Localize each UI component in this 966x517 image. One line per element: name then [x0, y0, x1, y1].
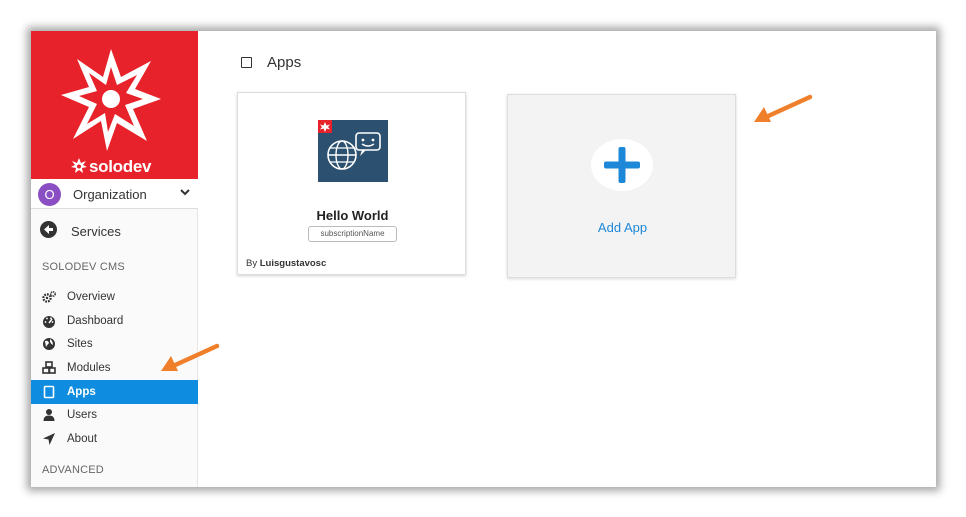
brand-wordmark: solodev [71, 157, 151, 177]
sidebar-item-label: Overview [67, 291, 115, 303]
app-card[interactable]: Hello World subscriptionName By Luisgust… [237, 92, 466, 275]
user-icon [43, 409, 55, 421]
dashboard-icon [43, 316, 55, 328]
cubes-icon [42, 361, 56, 374]
annotation-arrow-icon [754, 94, 813, 122]
section-heading-cms: SOLODEV CMS [42, 261, 125, 273]
author-prefix: By [246, 258, 258, 269]
services-link[interactable]: Services [31, 219, 198, 245]
sidebar-item-overview[interactable]: Overview [31, 285, 198, 309]
sidebar-item-apps[interactable]: Apps [31, 380, 198, 404]
services-label: Services [71, 224, 121, 239]
organization-select[interactable]: O Organization [31, 179, 198, 209]
solodev-mini-icon [71, 158, 87, 173]
brand-header[interactable]: solodev [31, 31, 198, 179]
sidebar-item-dashboard[interactable]: Dashboard [31, 309, 198, 333]
sidebar-item-label: Sites [67, 338, 93, 350]
sidebar-item-users[interactable]: Users [31, 403, 198, 427]
chevron-down-icon [180, 189, 190, 196]
main-content: Apps Hello World subscriptionName By Lui… [199, 31, 936, 487]
location-arrow-icon [43, 433, 55, 445]
add-app-circle[interactable] [591, 139, 653, 191]
gears-icon [42, 291, 56, 303]
section-heading-advanced: ADVANCED [42, 464, 104, 476]
org-label: Organization [73, 187, 147, 202]
app-name: Hello World [316, 208, 389, 223]
sidebar-item-label: Dashboard [67, 315, 124, 327]
tablet-icon [241, 57, 252, 68]
app-author: By Luisgustavosc [246, 258, 326, 269]
org-avatar: O [38, 183, 61, 206]
sidebar: solodev O Organization Services SOLODEV … [31, 31, 198, 487]
page-title: Apps [267, 54, 302, 71]
author-name: Luisgustavosc [259, 258, 327, 269]
globe-icon [43, 338, 55, 350]
sidebar-item-label: About [67, 433, 98, 445]
sidebar-item-about[interactable]: About [31, 427, 198, 451]
sidebar-item-label: Users [67, 409, 98, 421]
brand-name: solodev [89, 157, 152, 176]
annotation-arrow-icon [161, 343, 220, 371]
arrow-left-circle-icon [40, 221, 57, 238]
add-app-label: Add App [597, 220, 648, 235]
tablet-icon [43, 385, 55, 399]
app-thumbnail-icon [318, 120, 388, 182]
sidebar-item-label: Apps [67, 386, 96, 398]
subscription-badge: subscriptionName [308, 226, 397, 242]
sidebar-item-label: Modules [67, 362, 111, 374]
solodev-logo-icon [61, 49, 161, 151]
plus-icon [604, 147, 640, 183]
add-app-card[interactable]: Add App [507, 94, 736, 278]
